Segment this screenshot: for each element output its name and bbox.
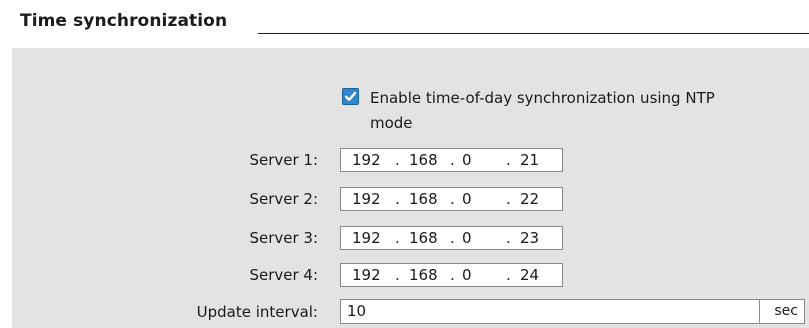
update-interval-field[interactable]: 10 sec [340,299,805,324]
server-2-address-field[interactable]: 192 . 168 . 0 . 22 [340,187,563,211]
ip-octet-3: 0 [462,190,472,208]
ip-octet-3: 0 [462,151,472,169]
ip-separator: . [395,190,400,208]
checkmark-icon [344,91,357,101]
server-1-label: Server 1: [249,151,318,169]
update-interval-value: 10 [347,302,367,320]
server-4-label: Server 4: [249,266,318,284]
ip-octet-1: 192 [352,229,381,247]
ip-separator: . [450,190,455,208]
server-2-label: Server 2: [249,190,318,208]
ip-octet-1: 192 [352,151,381,169]
ntp-enable-label: Enable time-of-day synchronization using… [370,89,715,132]
ip-separator: . [450,151,455,169]
server-1-address-field[interactable]: 192 . 168 . 0 . 21 [340,148,563,172]
ip-separator: . [506,151,511,169]
ip-octet-3: 0 [462,229,472,247]
ip-separator: . [395,266,400,284]
section-header: Time synchronization [0,0,809,48]
ip-octet-1: 192 [352,190,381,208]
header-divider [258,33,809,34]
ip-octet-2: 168 [409,266,438,284]
ip-octet-2: 168 [409,190,438,208]
ip-octet-2: 168 [409,229,438,247]
ip-separator: . [506,266,511,284]
ip-separator: . [395,229,400,247]
ip-octet-4: 24 [520,266,540,284]
ntp-enable-checkbox[interactable] [342,88,359,105]
update-interval-unit: sec [759,300,804,323]
ip-octet-3: 0 [462,266,472,284]
section-title: Time synchronization [20,11,228,31]
server-3-address-field[interactable]: 192 . 168 . 0 . 23 [340,226,563,250]
ip-separator: . [450,266,455,284]
ip-octet-1: 192 [352,266,381,284]
ip-separator: . [395,151,400,169]
ip-octet-4: 23 [520,229,540,247]
ip-separator: . [506,190,511,208]
ip-octet-4: 21 [520,151,540,169]
update-interval-label: Update interval: [196,303,318,321]
ip-octet-2: 168 [409,151,438,169]
ip-separator: . [506,229,511,247]
ip-octet-4: 22 [520,190,540,208]
server-4-address-field[interactable]: 192 . 168 . 0 . 24 [340,263,563,287]
server-3-label: Server 3: [249,229,318,247]
ip-separator: . [450,229,455,247]
